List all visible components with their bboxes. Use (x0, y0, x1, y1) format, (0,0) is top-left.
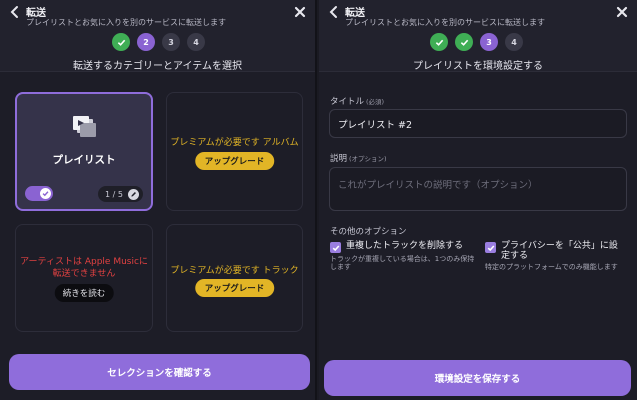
required-tag: (必須) (366, 98, 385, 106)
description-field-label: 説明 (オプション) (330, 152, 387, 164)
track-upgrade-button[interactable]: アップグレード (194, 279, 275, 297)
playlist-label: プレイリスト (52, 154, 116, 166)
close-icon[interactable] (293, 5, 307, 19)
check-icon (42, 191, 49, 197)
playlist-counter[interactable]: 1 / 5 (98, 186, 143, 202)
left-header: 転送 プレイリストとお気に入りを別のサービスに転送します 2 3 4 転送するカ… (0, 0, 315, 72)
right-header: 転送 プレイリストとお気に入りを別のサービスに転送します 3 4 プレイリストを… (319, 0, 637, 72)
toggle-knob (40, 188, 51, 199)
step-4: 4 (187, 33, 205, 51)
step-1-done (430, 33, 448, 51)
check-icon (460, 39, 468, 46)
playlist-icon (73, 116, 96, 137)
chevron-left-icon[interactable] (328, 5, 340, 19)
step-2: 2 (137, 33, 155, 51)
playlist-card[interactable]: プレイリスト 1 / 5 (15, 92, 153, 211)
remove-duplicates-desc: トラックが重複している場合は、1つのみ保持します (330, 255, 475, 271)
step-indicator: 3 4 (430, 33, 523, 51)
title-label-text: タイトル (330, 97, 365, 107)
step-title: 転送するカテゴリーとアイテムを選択 (73, 61, 242, 72)
album-upgrade-button[interactable]: アップグレード (194, 152, 275, 170)
artist-error-line2: 転送できません (52, 269, 116, 279)
track-card: プレミアムが必要です トラック アップグレード (166, 224, 303, 332)
counter-text: 1 / 5 (105, 189, 123, 199)
check-icon (487, 244, 494, 251)
step-title: プレイリストを環境設定する (413, 61, 543, 72)
step-2-done (455, 33, 473, 51)
left-panel: 転送 プレイリストとお気に入りを別のサービスに転送します 2 3 4 転送するカ… (0, 0, 317, 400)
public-option[interactable]: プライバシーを「公共」に設定する (485, 241, 625, 261)
remove-duplicates-label: 重複したトラックを削除する (346, 241, 464, 251)
header-subtitle: プレイリストとお気に入りを別のサービスに転送します (26, 18, 226, 27)
check-icon (332, 244, 339, 251)
optional-tag: (オプション) (349, 155, 387, 163)
confirm-selection-button[interactable]: セレクションを確認する (9, 354, 310, 390)
album-card: プレミアムが必要です アルバム アップグレード (166, 92, 303, 211)
right-panel: 転送 プレイリストとお気に入りを別のサービスに転送します 3 4 プレイリストを… (319, 0, 637, 400)
step-4: 4 (505, 33, 523, 51)
artist-error-line1: アーティストは Apple Musicに (20, 257, 148, 267)
title-field-label: タイトル (必須) (330, 95, 384, 107)
save-settings-button[interactable]: 環境設定を保存する (324, 360, 631, 396)
artist-card: アーティストは Apple Musicに 転送できません 続きを読む (15, 224, 153, 332)
other-options-label: その他のオプション (330, 227, 407, 237)
step-indicator: 2 3 4 (112, 33, 205, 51)
desc-label-text: 説明 (330, 154, 348, 164)
playlist-toggle[interactable] (25, 186, 53, 201)
step-1-done (112, 33, 130, 51)
step-3: 3 (162, 33, 180, 51)
check-icon (435, 39, 443, 46)
remove-duplicates-option[interactable]: 重複したトラックを削除する (330, 241, 463, 253)
remove-duplicates-checkbox[interactable] (330, 242, 341, 253)
description-textarea[interactable]: これがプレイリストの説明です（オプション） (329, 167, 627, 211)
public-checkbox[interactable] (485, 242, 496, 253)
track-premium-text: プレミアムが必要です トラック (170, 266, 299, 276)
public-label: プライバシーを「公共」に設定する (501, 241, 618, 261)
check-icon (117, 39, 125, 46)
step-3: 3 (480, 33, 498, 51)
title-input[interactable]: プレイリスト #2 (329, 109, 627, 138)
chevron-left-icon[interactable] (9, 5, 21, 19)
public-desc: 特定のプラットフォームでのみ機能します (485, 263, 618, 271)
header-subtitle: プレイリストとお気に入りを別のサービスに転送します (345, 18, 545, 27)
album-premium-text: プレミアムが必要です アルバム (170, 138, 299, 148)
close-icon[interactable] (615, 5, 629, 19)
read-more-button[interactable]: 続きを読む (54, 284, 114, 302)
edit-icon[interactable] (128, 188, 139, 200)
